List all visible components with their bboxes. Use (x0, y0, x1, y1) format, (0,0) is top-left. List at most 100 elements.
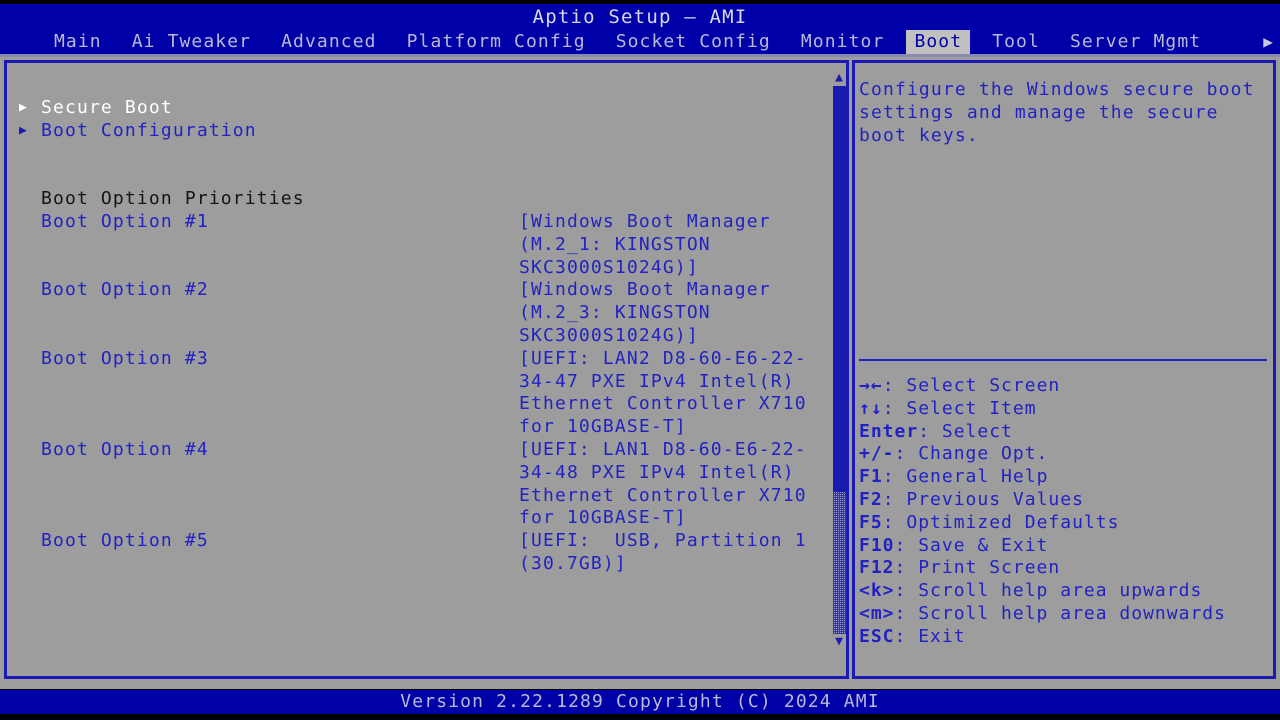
legend-key: F1 (859, 466, 883, 487)
legend-row: F10: Save & Exit (859, 535, 1273, 558)
scrollbar-thumb[interactable] (833, 86, 846, 492)
scroll-down-arrow-icon[interactable]: ▼ (831, 636, 847, 648)
settings-row-boot-configuration[interactable]: ▶Boot Configuration (17, 120, 827, 143)
settings-row-spacer (17, 165, 827, 188)
settings-row-value[interactable]: [UEFI: LAN2 D8-60-E6-22-34-47 PXE IPv4 I… (519, 348, 827, 439)
menu-tab-server-mgmt[interactable]: Server Mgmt (1062, 30, 1209, 54)
menu-bar: Main Ai Tweaker Advanced Platform Config Soc… (0, 30, 1280, 54)
settings-panel: ▶Secure Boot▶Boot Configuration Boot Opti… (4, 60, 849, 679)
settings-row-boot-option-num3[interactable]: Boot Option #3[UEFI: LAN2 D8-60-E6-22-34… (17, 348, 827, 439)
menu-tab-monitor[interactable]: Monitor (793, 30, 893, 54)
legend-row: →←: Select Screen (859, 375, 1273, 398)
legend-row: <m>: Scroll help area downwards (859, 603, 1273, 626)
legend-key: +/- (859, 443, 895, 464)
legend-row: F5: Optimized Defaults (859, 512, 1273, 535)
settings-row-value (519, 188, 827, 211)
settings-row-value (519, 97, 827, 120)
row-indent (17, 279, 41, 347)
submenu-arrow-icon: ▶ (17, 120, 41, 143)
settings-row-label: Boot Configuration (41, 120, 519, 143)
legend-row: F2: Previous Values (859, 489, 1273, 512)
legend-row: ESC: Exit (859, 626, 1273, 649)
help-panel: Configure the Windows secure boot settin… (852, 60, 1276, 679)
settings-row-label: Boot Option #2 (41, 279, 519, 347)
window-title: Aptio Setup – AMI (0, 4, 1280, 30)
legend-key: ESC (859, 626, 895, 647)
bios-setup-screen: Aptio Setup – AMI Main Ai Tweaker Advanced… (0, 0, 1280, 720)
legend-action: : Scroll help area upwards (895, 580, 1203, 601)
legend-key: →← (859, 375, 883, 396)
row-indent (17, 439, 41, 530)
settings-row-value (519, 120, 827, 143)
key-legend: →←: Select Screen↑↓: Select ItemEnter: S… (859, 375, 1273, 649)
row-indent (17, 348, 41, 439)
menu-tab-ai-tweaker[interactable]: Ai Tweaker (124, 30, 259, 54)
menu-tab-advanced[interactable]: Advanced (273, 30, 385, 54)
settings-row-value (519, 143, 827, 166)
settings-row-label: Boot Option #4 (41, 439, 519, 530)
legend-key: <k> (859, 580, 895, 601)
legend-row: <k>: Scroll help area upwards (859, 580, 1273, 603)
row-indent (17, 530, 41, 576)
settings-row-boot-option-num1[interactable]: Boot Option #1[Windows Boot Manager (M.2… (17, 211, 827, 279)
settings-row-value (519, 165, 827, 188)
legend-key: F2 (859, 489, 883, 510)
settings-row-value[interactable]: [UEFI: USB, Partition 1 (30.7GB)] (519, 530, 827, 576)
legend-action: : Previous Values (883, 489, 1084, 510)
settings-row-value[interactable]: [UEFI: LAN1 D8-60-E6-22-34-48 PXE IPv4 I… (519, 439, 827, 530)
settings-row-spacer (17, 143, 827, 166)
legend-action: : Scroll help area downwards (895, 603, 1226, 624)
legend-row: ↑↓: Select Item (859, 398, 1273, 421)
legend-action: : Change Opt. (895, 443, 1049, 464)
chevron-right-icon[interactable]: ▶ (1263, 31, 1280, 53)
menu-tab-main[interactable]: Main (46, 30, 110, 54)
legend-row: F12: Print Screen (859, 557, 1273, 580)
legend-action: : Optimized Defaults (883, 512, 1120, 533)
settings-row-label: Secure Boot (41, 97, 519, 120)
settings-row-label (41, 165, 519, 188)
settings-row-boot-option-num5[interactable]: Boot Option #5[UEFI: USB, Partition 1 (3… (17, 530, 827, 576)
legend-key: ↑↓ (859, 398, 883, 419)
row-indent (17, 188, 41, 211)
legend-action: : Select Screen (883, 375, 1061, 396)
menu-tab-tool[interactable]: Tool (984, 30, 1048, 54)
settings-row-label: Boot Option #1 (41, 211, 519, 279)
submenu-arrow-icon: ▶ (17, 97, 41, 120)
settings-row-label: Boot Option #3 (41, 348, 519, 439)
legend-row: Enter: Select (859, 421, 1273, 444)
settings-row-label: Boot Option Priorities (41, 188, 519, 211)
legend-key: F5 (859, 512, 883, 533)
settings-row-value[interactable]: [Windows Boot Manager (M.2_1: KINGSTON S… (519, 211, 827, 279)
settings-scrollbar[interactable]: ▲ ▼ (829, 72, 849, 648)
menu-tab-platform-config[interactable]: Platform Config (399, 30, 594, 54)
legend-row: +/-: Change Opt. (859, 443, 1273, 466)
settings-row-boot-option-num4[interactable]: Boot Option #4[UEFI: LAN1 D8-60-E6-22-34… (17, 439, 827, 530)
legend-action: : Print Screen (895, 557, 1061, 578)
settings-row-boot-option-num2[interactable]: Boot Option #2[Windows Boot Manager (M.2… (17, 279, 827, 347)
legend-key: <m> (859, 603, 895, 624)
version-footer: Version 2.22.1289 Copyright (C) 2024 AMI (0, 690, 1280, 714)
legend-key: F10 (859, 535, 895, 556)
scroll-up-arrow-icon[interactable]: ▲ (831, 72, 847, 84)
legend-row: F1: General Help (859, 466, 1273, 489)
legend-action: : General Help (883, 466, 1049, 487)
menu-items: Main Ai Tweaker Advanced Platform Config Soc… (46, 30, 1209, 54)
help-description: Configure the Windows secure boot settin… (859, 79, 1271, 147)
legend-action: : Select Item (883, 398, 1037, 419)
row-indent (17, 165, 41, 188)
legend-key: Enter (859, 421, 918, 442)
settings-row-label (41, 143, 519, 166)
legend-action: : Save & Exit (895, 535, 1049, 556)
menu-tab-boot[interactable]: Boot (906, 30, 970, 54)
legend-key: F12 (859, 557, 895, 578)
settings-row-boot-option-priorities: Boot Option Priorities (17, 188, 827, 211)
legend-action: : Exit (895, 626, 966, 647)
help-divider (859, 359, 1267, 361)
legend-action: : Select (918, 421, 1013, 442)
settings-row-label: Boot Option #5 (41, 530, 519, 576)
settings-row-secure-boot[interactable]: ▶Secure Boot (17, 97, 827, 120)
settings-row-value[interactable]: [Windows Boot Manager (M.2_3: KINGSTON S… (519, 279, 827, 347)
settings-list: ▶Secure Boot▶Boot Configuration Boot Opti… (17, 97, 827, 576)
menu-tab-socket-config[interactable]: Socket Config (608, 30, 779, 54)
row-indent (17, 211, 41, 279)
